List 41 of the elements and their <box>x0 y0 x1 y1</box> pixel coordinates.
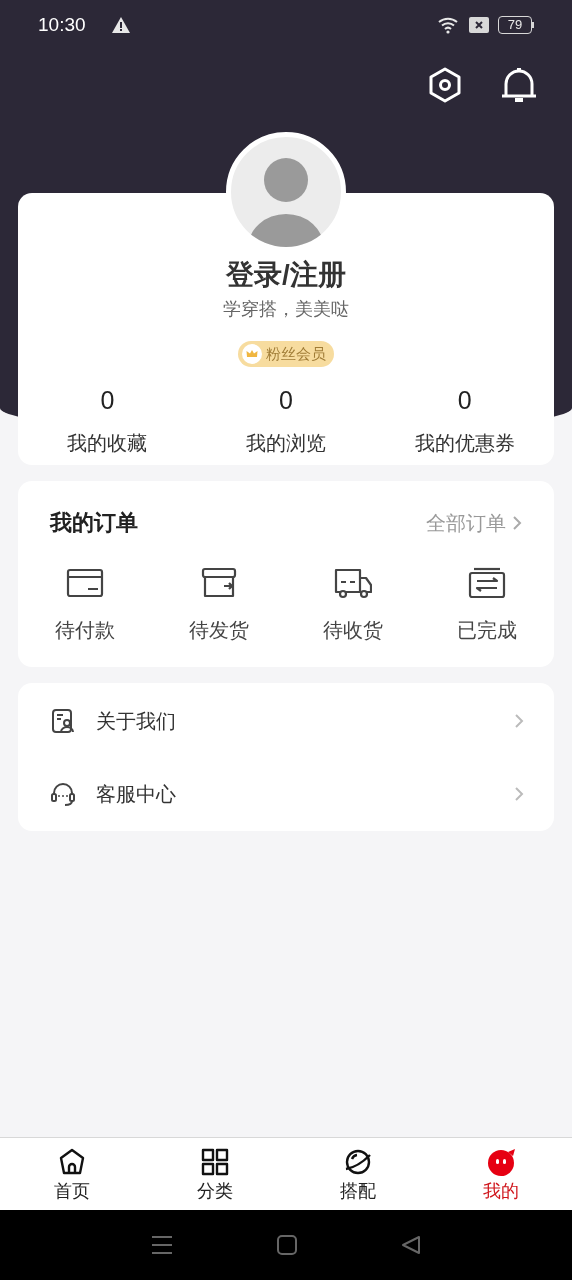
mascot-icon <box>485 1147 516 1177</box>
login-register-link[interactable]: 登录/注册 <box>226 257 346 293</box>
home-button-icon[interactable] <box>277 1235 297 1255</box>
grid-icon <box>199 1147 230 1177</box>
member-badge: 粉丝会员 <box>238 341 334 367</box>
order-status-button[interactable]: 已完成 <box>420 566 554 644</box>
slogan-text: 学穿搭，美美哒 <box>223 298 349 321</box>
stat-count: 0 <box>100 385 115 416</box>
order-status-button[interactable]: 待付款 <box>18 566 152 644</box>
back-icon[interactable] <box>401 1235 421 1255</box>
crown-icon <box>242 344 262 364</box>
box-arrow-icon <box>200 566 238 599</box>
chevron-right-icon <box>514 785 524 802</box>
tab[interactable]: 首页 <box>0 1138 143 1210</box>
menu-icon[interactable] <box>151 1235 173 1255</box>
stat-link[interactable]: 我的浏览 <box>246 429 326 457</box>
battery-icon: 79 <box>498 16 534 34</box>
stat-count: 0 <box>279 385 293 416</box>
menu-item[interactable]: 关于我们 <box>18 684 554 757</box>
document-person-icon <box>50 707 76 734</box>
tab[interactable]: 我的 <box>429 1138 572 1210</box>
warning-icon <box>111 17 130 33</box>
order-status-button[interactable]: 待收货 <box>286 566 420 644</box>
menu-item[interactable]: 客服中心 <box>18 757 554 830</box>
stat-link[interactable]: 我的收藏 <box>67 429 148 457</box>
stat-count: 0 <box>457 385 472 416</box>
exchange-icon <box>468 566 506 599</box>
truck-icon <box>334 566 372 599</box>
sim-icon <box>469 17 489 33</box>
chevron-right-icon <box>512 515 522 531</box>
tab[interactable]: 搭配 <box>286 1138 429 1210</box>
card-icon <box>66 566 104 599</box>
order-status-button[interactable]: 待发货 <box>152 566 286 644</box>
tab[interactable]: 分类 <box>143 1138 286 1210</box>
bell-icon[interactable] <box>500 66 538 104</box>
stat-link[interactable]: 我的优惠券 <box>414 429 515 457</box>
chevron-right-icon <box>514 712 524 729</box>
status-time: 10:30 <box>38 12 86 37</box>
settings-icon[interactable] <box>428 67 462 103</box>
section-title: 我的订单 <box>50 509 138 537</box>
headset-icon <box>50 780 76 807</box>
